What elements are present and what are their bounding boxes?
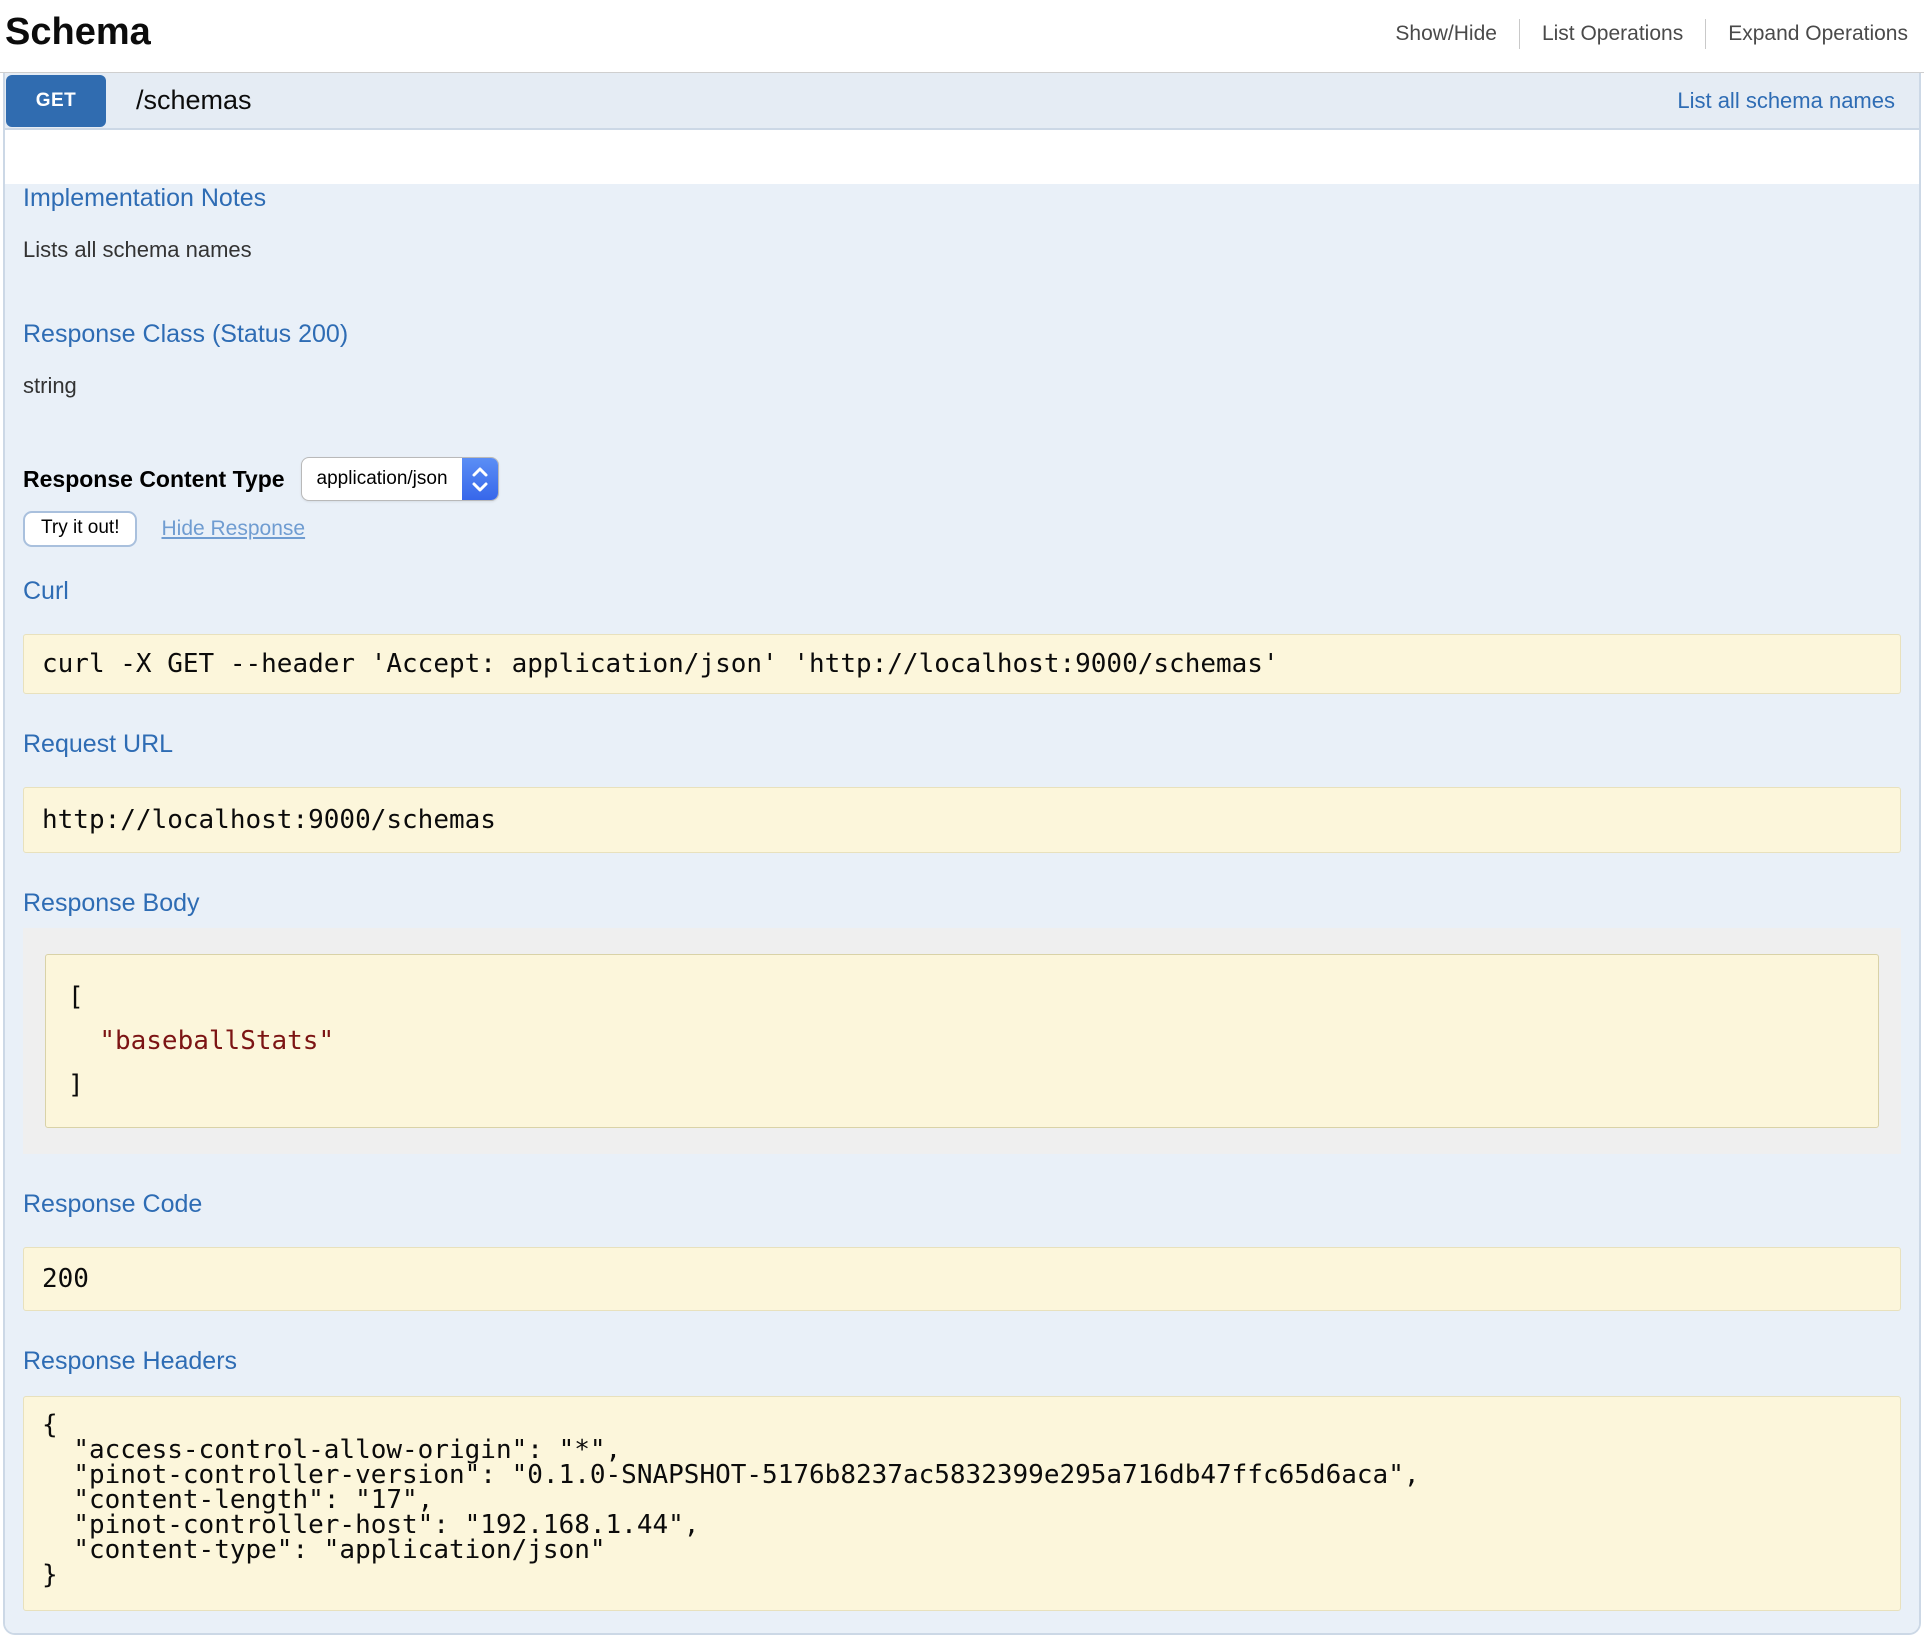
select-stepper-icon	[462, 458, 498, 500]
nav-separator	[1705, 19, 1706, 49]
response-code-value: 200	[23, 1247, 1901, 1311]
implementation-notes-text: Lists all schema names	[23, 237, 1901, 263]
response-class-heading: Response Class (Status 200)	[23, 320, 1901, 349]
try-it-out-button[interactable]: Try it out!	[23, 511, 137, 547]
endpoint-panel: GET /schemas List all schema names Imple…	[3, 73, 1921, 1635]
json-close-bracket: ]	[68, 1070, 84, 1100]
request-url-heading: Request URL	[23, 730, 1901, 759]
curl-heading: Curl	[23, 577, 1901, 606]
top-header: Schema Show/Hide List Operations Expand …	[0, 0, 1924, 73]
try-row: Try it out! Hide Response	[23, 511, 1901, 547]
response-content-type-select[interactable]: application/json	[301, 457, 499, 501]
expand-operations-link[interactable]: Expand Operations	[1728, 22, 1908, 46]
hide-response-link[interactable]: Hide Response	[161, 517, 305, 541]
endpoint-heading-bar: GET /schemas List all schema names	[5, 73, 1919, 130]
swagger-page: Schema Show/Hide List Operations Expand …	[0, 0, 1924, 1635]
json-open-bracket: [	[68, 982, 84, 1012]
response-body-json: [ "baseballStats" ]	[45, 954, 1879, 1128]
curl-command: curl -X GET --header 'Accept: applicatio…	[23, 634, 1901, 694]
response-body-heading: Response Body	[23, 889, 1901, 918]
select-selected-value: application/json	[317, 468, 448, 490]
implementation-notes-heading: Implementation Notes	[23, 184, 1901, 213]
response-content-type-label: Response Content Type	[23, 466, 285, 493]
list-operations-link[interactable]: List Operations	[1542, 22, 1683, 46]
response-class-text: string	[23, 373, 1901, 399]
response-headers-heading: Response Headers	[23, 1347, 1901, 1376]
response-content-type-row: Response Content Type application/json	[23, 457, 1901, 501]
endpoint-path-link[interactable]: /schemas	[136, 85, 252, 116]
endpoint-content: Implementation Notes Lists all schema na…	[5, 184, 1919, 1633]
request-url-value: http://localhost:9000/schemas	[23, 787, 1901, 853]
page-title: Schema	[5, 11, 151, 54]
response-headers-json: { "access-control-allow-origin": "*", "p…	[23, 1396, 1901, 1611]
nav-separator	[1519, 19, 1520, 49]
top-navigation: Show/Hide List Operations Expand Operati…	[1395, 19, 1908, 49]
endpoint-summary-link[interactable]: List all schema names	[1677, 88, 1895, 114]
http-method-badge[interactable]: GET	[6, 75, 106, 127]
response-body-wrapper: [ "baseballStats" ]	[23, 928, 1901, 1154]
show-hide-link[interactable]: Show/Hide	[1395, 22, 1497, 46]
json-string-value: "baseballStats"	[99, 1026, 334, 1056]
response-code-heading: Response Code	[23, 1190, 1901, 1219]
